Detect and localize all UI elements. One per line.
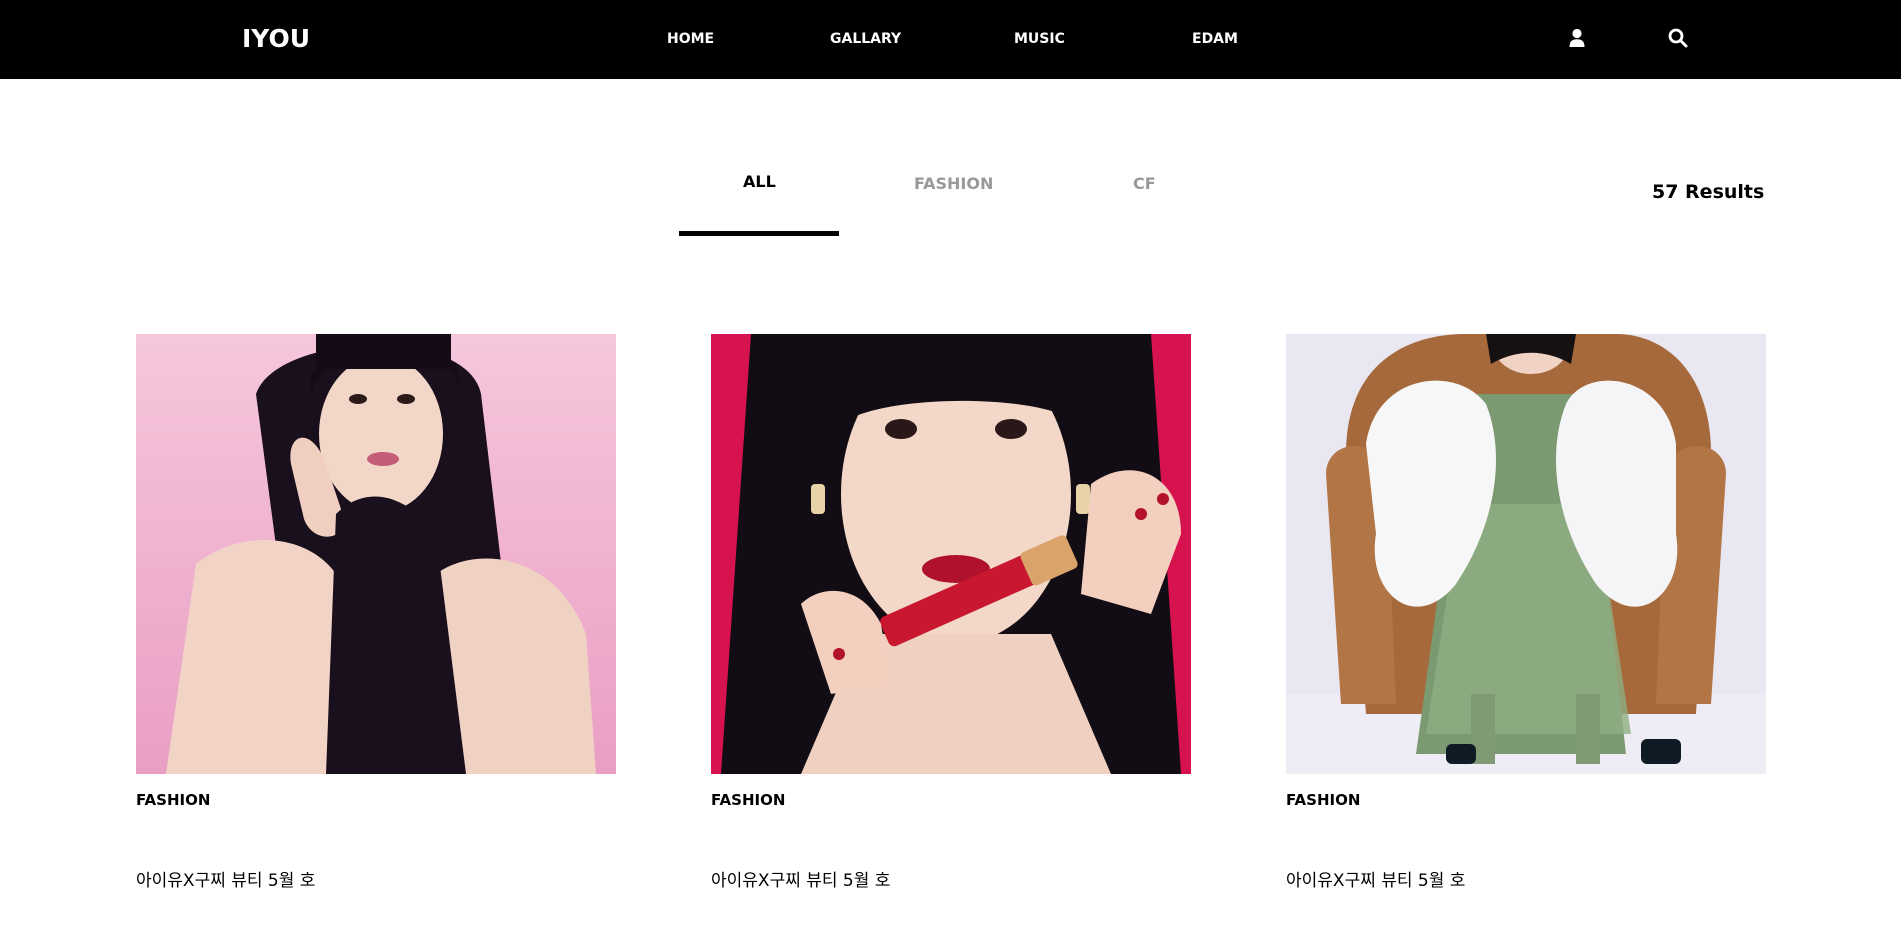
card-thumbnail[interactable] — [1286, 334, 1766, 774]
gallery-card[interactable]: FASHION 아이유X구찌 뷰티 5월 호 — [711, 334, 1191, 891]
nav-home[interactable]: HOME — [667, 31, 714, 47]
site-logo[interactable]: IYOU — [242, 24, 310, 53]
nav-edam[interactable]: EDAM — [1192, 31, 1238, 47]
tab-fashion[interactable]: FASHION — [914, 174, 993, 193]
gallery-card[interactable]: FASHION 아이유X구찌 뷰티 5월 호 — [136, 334, 616, 891]
card-category: FASHION — [1286, 791, 1361, 809]
nav-music[interactable]: MUSIC — [1014, 31, 1065, 47]
card-title[interactable]: 아이유X구찌 뷰티 5월 호 — [1286, 866, 1766, 891]
top-navbar: IYOU HOME GALLARY MUSIC EDAM — [0, 0, 1901, 79]
tab-all[interactable]: ALL — [743, 172, 776, 191]
search-icon[interactable] — [1667, 27, 1689, 49]
gallery-card[interactable]: FASHION 아이유X구찌 뷰티 5월 호 — [1286, 334, 1766, 891]
card-title[interactable]: 아이유X구찌 뷰티 5월 호 — [136, 866, 616, 891]
user-icon[interactable] — [1566, 27, 1588, 49]
results-count: 57 Results — [1652, 181, 1765, 203]
nav-gallary[interactable]: GALLARY — [830, 31, 901, 47]
card-title[interactable]: 아이유X구찌 뷰티 5월 호 — [711, 866, 1191, 891]
active-tab-indicator — [679, 231, 839, 236]
card-thumbnail[interactable] — [711, 334, 1191, 774]
card-category: FASHION — [711, 791, 786, 809]
card-category: FASHION — [136, 791, 211, 809]
card-thumbnail[interactable] — [136, 334, 616, 774]
tab-cf[interactable]: CF — [1133, 174, 1156, 193]
